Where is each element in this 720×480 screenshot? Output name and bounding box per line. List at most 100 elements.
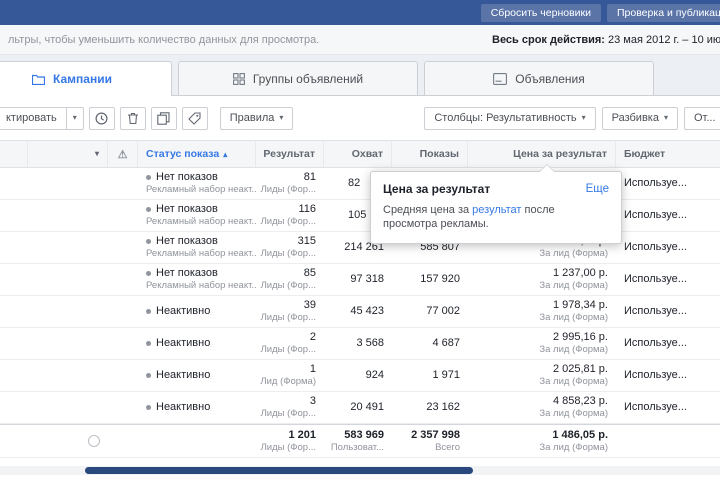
review-publish-button[interactable]: Проверка и публикац... <box>607 4 720 22</box>
tooltip-more-link[interactable]: Еще <box>586 183 609 195</box>
status-dot-icon <box>146 405 151 410</box>
cpr-subtext: За лид (Форма) <box>539 248 608 260</box>
result-subtext: Лиды (Фор... <box>261 280 316 292</box>
tab-bar: Кампании Группы объявлений Объявления <box>0 55 720 96</box>
breakdown-button[interactable]: Разбивка▾ <box>602 107 678 130</box>
chevron-down-icon: ▾ <box>582 114 586 122</box>
reach-value: 3 568 <box>356 337 384 350</box>
cpr-subtext: За лид (Форма) <box>539 312 608 324</box>
status-text: Нет показов <box>156 235 218 248</box>
tab-adsets[interactable]: Группы объявлений <box>178 61 418 95</box>
chevron-down-icon: ▾ <box>664 114 668 122</box>
sort-ascending-icon: ▴ <box>223 150 227 159</box>
tooltip-body: Средняя цена за результат после просмотр… <box>383 203 609 231</box>
trash-icon <box>127 112 139 125</box>
status-dot-icon <box>146 271 151 276</box>
summary-cpr-value: 1 486,05 р. <box>552 429 608 442</box>
result-subtext: Лиды (Фор... <box>261 312 316 324</box>
cpr-subtext: За лид (Форма) <box>539 376 608 388</box>
status-text: Нет показов <box>156 171 218 184</box>
summary-impressions-subtext: Всего <box>435 442 460 454</box>
summary-result-value: 1 201 <box>288 429 316 442</box>
name-column-header[interactable]: ▾ <box>28 141 108 167</box>
tab-ads[interactable]: Объявления <box>424 61 654 95</box>
impressions-column-header[interactable]: Показы <box>392 141 468 167</box>
clock-icon <box>95 112 108 125</box>
table-row[interactable]: Неактивно 39 Лиды (Фор... 45 423 77 002 … <box>0 296 720 328</box>
tooltip-result-link[interactable]: результат <box>472 204 521 216</box>
tab-ads-label: Объявления <box>515 72 584 86</box>
status-dot-icon <box>146 239 151 244</box>
tab-adsets-label: Группы объявлений <box>253 72 363 86</box>
campaigns-folder-icon <box>32 74 45 85</box>
chevron-down-icon: ▾ <box>95 150 99 158</box>
result-value: 2 <box>310 331 316 344</box>
ads-card-icon <box>493 73 507 85</box>
rules-label: Правила <box>230 112 275 124</box>
status-text: Нет показов <box>156 267 218 280</box>
toolbar: ктировать ▾ Правила▾ Столбцы: Результати… <box>0 96 720 140</box>
summary-reach-subtext: Пользоват... <box>331 442 384 454</box>
toolbar-right-group: Столбцы: Результативность▾ Разбивка▾ От.… <box>418 107 712 130</box>
copy-icon <box>157 112 170 125</box>
cpr-value: 1 237,00 р. <box>553 267 608 280</box>
status-dot-icon <box>146 309 151 314</box>
status-dot-icon <box>146 207 151 212</box>
impressions-value: 4 687 <box>432 337 460 350</box>
horizontal-scrollbar-thumb[interactable] <box>85 467 473 474</box>
delete-button[interactable] <box>120 107 146 130</box>
export-button[interactable]: От... <box>684 107 720 130</box>
edit-dropdown-button[interactable]: ▾ <box>67 107 84 130</box>
result-value: 315 <box>298 235 316 248</box>
horizontal-scrollbar[interactable] <box>0 466 720 475</box>
impressions-value: 77 002 <box>426 305 460 318</box>
date-range-selector[interactable]: Весь срок действия: 23 мая 2012 г. – 10 … <box>492 34 720 46</box>
status-dot-icon <box>146 341 151 346</box>
status-header-label: Статус показа <box>146 148 219 160</box>
edit-button[interactable]: ктировать <box>0 107 67 130</box>
select-all-column-header[interactable] <box>0 141 28 167</box>
result-column-header[interactable]: Результат <box>256 141 324 167</box>
summary-cpr-subtext: За лид (Форма) <box>539 442 608 454</box>
reach-value: 924 <box>366 369 384 382</box>
impressions-value: 23 162 <box>426 401 460 414</box>
tag-button[interactable] <box>182 107 208 130</box>
table-row[interactable]: Неактивно 1 Лид (Форма) 924 1 971 2 025,… <box>0 360 720 392</box>
filter-bar: льтры, чтобы уменьшить количество данных… <box>0 25 720 55</box>
reach-value: 97 318 <box>350 273 384 286</box>
impressions-value: 157 920 <box>420 273 460 286</box>
alerts-column-header[interactable]: ⚠ <box>108 141 138 167</box>
tooltip-title: Цена за результат <box>383 182 490 196</box>
result-subtext: Лиды (Фор... <box>261 184 316 196</box>
rules-button[interactable]: Правила▾ <box>220 107 294 130</box>
cost-per-result-tooltip: Цена за результат Еще Средняя цена за ре… <box>370 171 622 244</box>
chevron-down-icon: ▾ <box>73 114 77 122</box>
date-range-label: Весь срок действия: <box>492 34 605 46</box>
impressions-value: 1 971 <box>432 369 460 382</box>
budget-value: Используе... <box>624 401 712 414</box>
table-row[interactable]: Нет показов Рекламный набор неакт... 85 … <box>0 264 720 296</box>
columns-label: Столбцы: Результативность <box>434 112 576 124</box>
status-dot-icon <box>146 373 151 378</box>
summary-impressions-value: 2 357 998 <box>411 429 460 442</box>
reach-value: 20 491 <box>350 401 384 414</box>
budget-column-header[interactable]: Бюджет <box>616 141 720 167</box>
status-column-header[interactable]: Статус показа ▴ <box>138 141 256 167</box>
reach-value: 105 <box>348 209 366 222</box>
tab-campaigns[interactable]: Кампании <box>0 61 172 96</box>
status-text: Нет показов <box>156 203 218 216</box>
budget-value: Используе... <box>624 209 712 222</box>
budget-value: Используе... <box>624 305 712 318</box>
reset-drafts-button[interactable]: Сбросить черновики <box>481 4 601 22</box>
status-subtext: Рекламный набор неакт... <box>146 184 248 196</box>
table-row[interactable]: Неактивно 3 Лиды (Фор... 20 491 23 162 4… <box>0 392 720 424</box>
cpr-value: 1 978,34 р. <box>553 299 608 312</box>
warning-icon: ⚠ <box>118 148 128 161</box>
history-button[interactable] <box>89 107 115 130</box>
summary-circle-icon <box>88 435 100 447</box>
columns-button[interactable]: Столбцы: Результативность ▾ <box>424 107 595 130</box>
budget-value: Используе... <box>624 241 712 254</box>
reach-column-header[interactable]: Охват <box>324 141 392 167</box>
duplicate-button[interactable] <box>151 107 177 130</box>
table-row[interactable]: Неактивно 2 Лиды (Фор... 3 568 4 687 2 9… <box>0 328 720 360</box>
